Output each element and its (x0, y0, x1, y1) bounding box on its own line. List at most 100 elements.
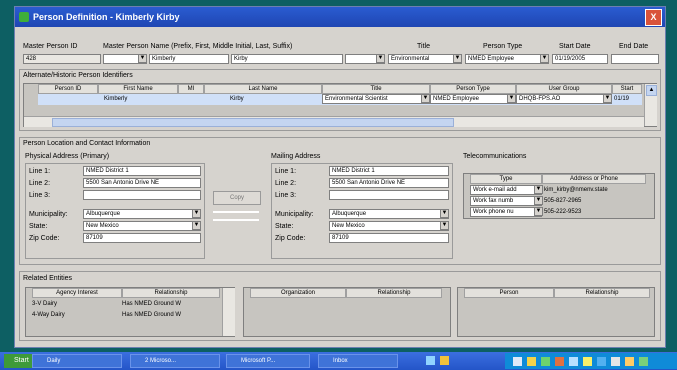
middle-last-field[interactable]: Kirby (231, 54, 343, 64)
master-id-field[interactable]: 428 (23, 54, 101, 64)
physical-municipality-select[interactable]: Albuquerque (83, 209, 201, 219)
tray-icon[interactable] (513, 357, 522, 366)
mailing-address-heading: Mailing Address (271, 153, 321, 160)
col-telecom-address[interactable]: Address or Phone (542, 174, 646, 184)
row-title-dropdown-icon[interactable]: ▼ (421, 94, 430, 103)
prefix-dropdown-icon[interactable]: ▼ (138, 54, 147, 63)
related-entities-label: Related Entities (23, 275, 73, 282)
agency-relationship-2[interactable]: Has NMED Ground W (122, 310, 220, 320)
agency-name-1[interactable]: 3-V Dairy (32, 299, 120, 309)
row-user-group-select[interactable]: DHQB-FPS.AO (516, 94, 612, 104)
title-dropdown-icon[interactable]: ▼ (453, 54, 462, 63)
close-button[interactable]: X (645, 9, 662, 26)
system-tray (505, 353, 677, 369)
col-last-name[interactable]: Last Name (204, 84, 322, 94)
mailing-state-select[interactable]: New Mexico (329, 221, 449, 231)
taskbar-item-inbox[interactable]: Inbox (318, 354, 398, 368)
col-user-group[interactable]: User Group (516, 84, 612, 94)
col-person-id[interactable]: Person ID (38, 84, 98, 94)
physical-municipality-dropdown-icon[interactable]: ▼ (192, 209, 201, 218)
vertical-scrollbar[interactable]: ▲ (644, 84, 657, 126)
physical-zip-field[interactable]: 87109 (83, 233, 201, 243)
master-id-label: Master Person ID (23, 43, 78, 50)
mailing-state-dropdown-icon[interactable]: ▼ (440, 221, 449, 230)
tray-icon[interactable] (611, 357, 620, 366)
col-org-relationship[interactable]: Relationship (346, 288, 442, 298)
telecom-type-dropdown-icon[interactable]: ▼ (534, 196, 543, 205)
tray-icon[interactable] (625, 357, 634, 366)
taskbar: Start Daily 2 Microso... Microsoft P... … (0, 352, 677, 370)
mailing-municipality-dropdown-icon[interactable]: ▼ (440, 209, 449, 218)
col-first-name[interactable]: First Name (98, 84, 178, 94)
mailing-line3-field[interactable] (329, 190, 449, 200)
physical-line3-field[interactable] (83, 190, 201, 200)
telecom-value-1[interactable]: kim_kirby@nmenv.state (544, 185, 644, 195)
quicklaunch-icon[interactable] (426, 356, 435, 365)
agency-vertical-scrollbar[interactable] (222, 288, 235, 336)
agency-relationship-1[interactable]: Has NMED Ground W (122, 299, 220, 309)
physical-state-dropdown-icon[interactable]: ▼ (192, 221, 201, 230)
row-title-select[interactable]: Environmental Scientist (322, 94, 430, 104)
col-mi[interactable]: MI (178, 84, 204, 94)
telecom-grid: Type Address or Phone Work e-mail add ▼ … (463, 173, 655, 219)
col-telecom-type[interactable]: Type (470, 174, 542, 184)
row-person-type-dropdown-icon[interactable]: ▼ (507, 94, 516, 103)
table-row[interactable]: Kimberly Kirby Environmental Scientist ▼… (38, 94, 642, 105)
col-title[interactable]: Title (322, 84, 430, 94)
telecom-value-3[interactable]: 505-222-9523 (544, 207, 644, 217)
tray-icon[interactable] (597, 357, 606, 366)
taskbar-item-daily[interactable]: Daily (32, 354, 122, 368)
quicklaunch-icon[interactable] (440, 356, 449, 365)
mailing-line1-label: Line 1: (275, 168, 297, 175)
telecom-type-select-1[interactable]: Work e-mail add (470, 185, 542, 195)
col-person-type[interactable]: Person Type (430, 84, 516, 94)
col-agency-relationship[interactable]: Relationship (122, 288, 220, 298)
taskbar-item-powerpoint[interactable]: Microsoft P... (226, 354, 310, 368)
first-name-field[interactable]: Kimberly (149, 54, 229, 64)
person-type-select[interactable]: NMED Employee (465, 54, 549, 64)
suffix-dropdown-icon[interactable]: ▼ (376, 54, 385, 63)
telecom-type-select-2[interactable]: Work fax numb (470, 196, 542, 206)
row-last-name: Kirby (230, 96, 244, 102)
scroll-up-icon[interactable]: ▲ (646, 85, 657, 96)
person-type-label: Person Type (483, 43, 523, 50)
tray-icon[interactable] (555, 357, 564, 366)
horizontal-scrollbar[interactable] (24, 116, 644, 127)
col-agency-interest[interactable]: Agency Interest (32, 288, 122, 298)
title-select[interactable]: Environmental (388, 54, 462, 64)
physical-line2-field[interactable]: 5500 San Antonio Drive NE (83, 178, 201, 188)
telecom-type-dropdown-icon[interactable]: ▼ (534, 185, 543, 194)
master-name-label: Master Person Name (Prefix, First, Middl… (103, 43, 293, 50)
tray-icon[interactable] (639, 357, 648, 366)
scrollbar-thumb[interactable] (52, 118, 454, 127)
mailing-zip-field[interactable]: 87109 (329, 233, 449, 243)
agency-name-2[interactable]: 4-Way Dairy (32, 310, 120, 320)
start-date-field[interactable]: 01/19/2005 (552, 54, 608, 64)
tray-icon[interactable] (527, 357, 536, 366)
location-contact-label: Person Location and Contact Information (23, 140, 151, 147)
physical-line1-field[interactable]: NMED District 1 (83, 166, 201, 176)
person-type-dropdown-icon[interactable]: ▼ (540, 54, 549, 63)
col-person[interactable]: Person (464, 288, 554, 298)
col-person-relationship[interactable]: Relationship (554, 288, 650, 298)
mailing-line1-field[interactable]: NMED District 1 (329, 166, 449, 176)
row-person-type-select[interactable]: NMED Employee (430, 94, 516, 104)
copy-address-button[interactable]: Copy (213, 191, 261, 205)
mailing-line2-field[interactable]: 5500 San Antonio Drive NE (329, 178, 449, 188)
physical-state-select[interactable]: New Mexico (83, 221, 201, 231)
telecom-type-select-3[interactable]: Work phone nu (470, 207, 542, 217)
tray-icon[interactable] (569, 357, 578, 366)
tray-icon[interactable] (583, 357, 592, 366)
taskbar-item-microsoft-group[interactable]: 2 Microso... (130, 354, 220, 368)
end-date-field[interactable] (611, 54, 659, 64)
col-organization[interactable]: Organization (250, 288, 346, 298)
end-date-label: End Date (619, 43, 649, 50)
tray-icon[interactable] (541, 357, 550, 366)
row-user-group-dropdown-icon[interactable]: ▼ (603, 94, 612, 103)
telecom-value-2[interactable]: 505-827-2965 (544, 196, 644, 206)
col-start[interactable]: Start (612, 84, 642, 94)
mailing-municipality-select[interactable]: Albuquerque (329, 209, 449, 219)
alternate-identifiers-grid: Person ID First Name MI Last Name Title … (23, 83, 657, 127)
telecom-type-dropdown-icon[interactable]: ▼ (534, 207, 543, 216)
start-date-label: Start Date (559, 43, 591, 50)
